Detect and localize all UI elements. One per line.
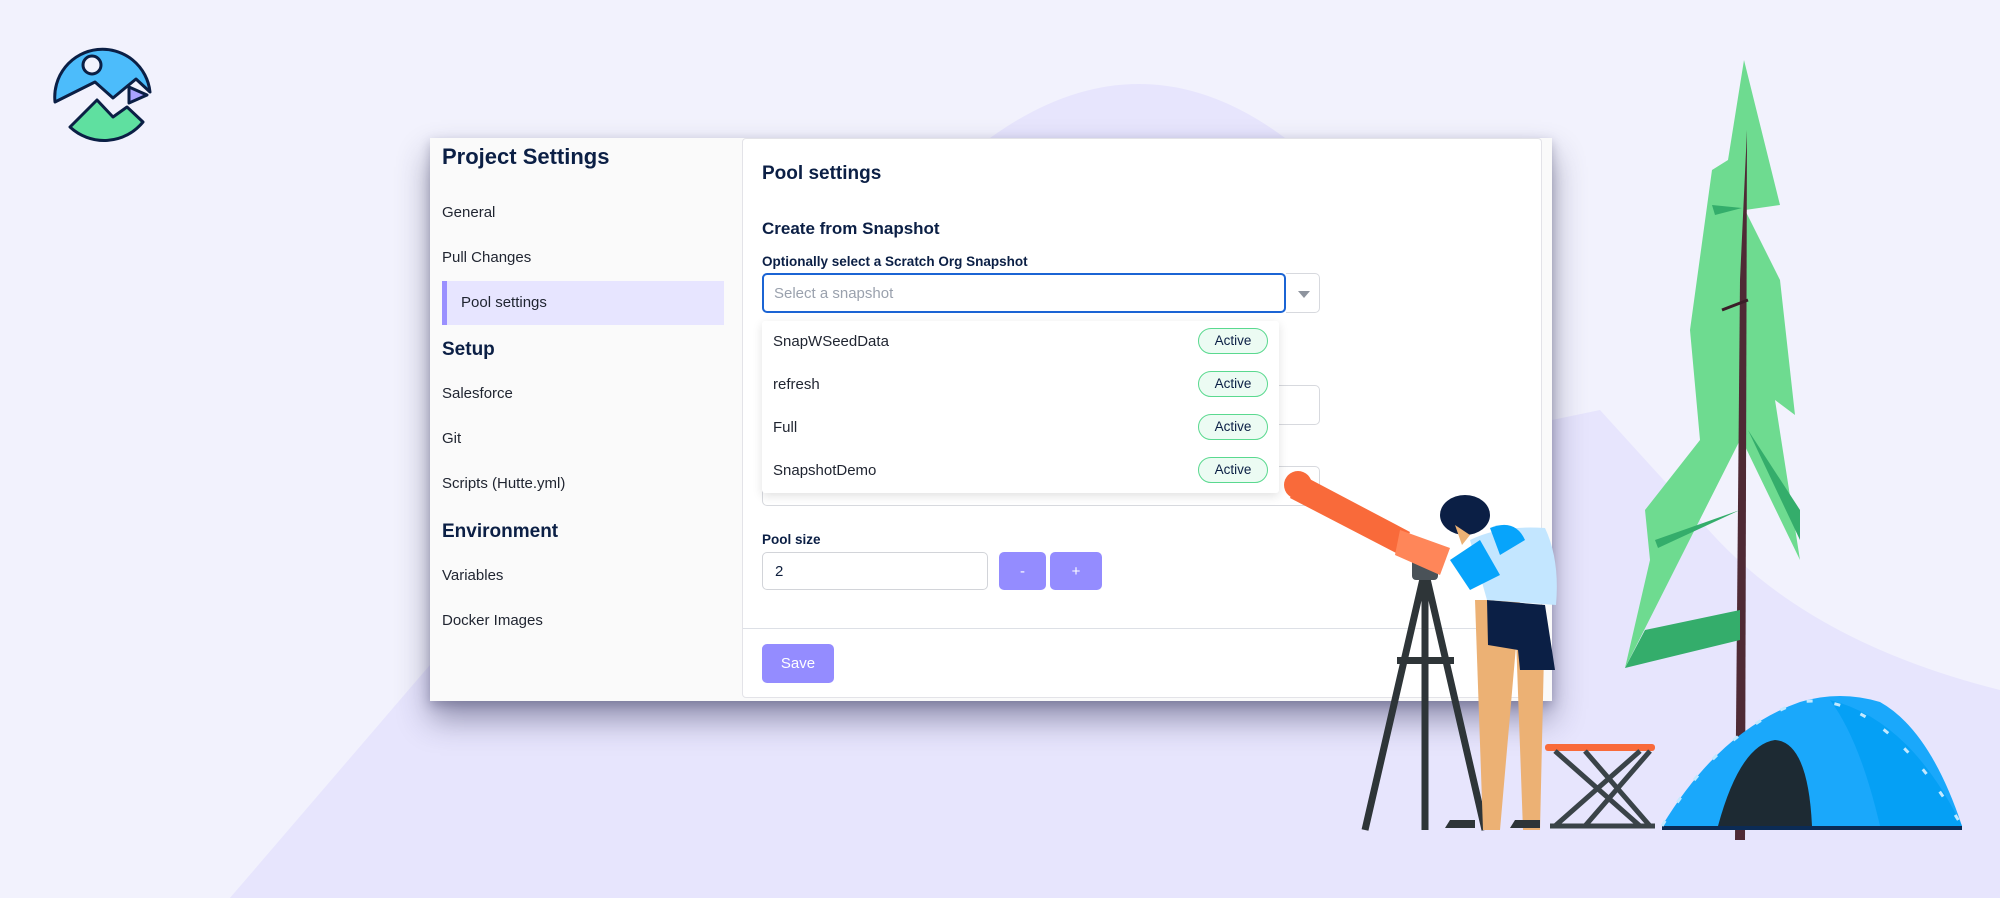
pool-size-decrement-button[interactable]: - xyxy=(999,552,1046,590)
status-badge: Active xyxy=(1198,457,1268,483)
snapshot-dropdown-menu: SnapWSeedData Active refresh Active Full… xyxy=(762,321,1279,493)
sidebar-item-git[interactable]: Git xyxy=(442,417,724,461)
sidebar-item-pool-settings[interactable]: Pool settings xyxy=(442,281,724,325)
status-badge: Active xyxy=(1198,328,1268,354)
footer-divider xyxy=(743,628,1543,629)
pool-settings-panel: Pool settings Create from Snapshot Optio… xyxy=(742,138,1543,698)
sidebar-item-variables[interactable]: Variables xyxy=(442,554,724,598)
snapshot-option[interactable]: refresh Active xyxy=(762,364,1279,407)
pool-size-label: Pool size xyxy=(762,532,821,547)
status-badge: Active xyxy=(1198,371,1268,397)
snapshot-option[interactable]: SnapshotDemo Active xyxy=(762,450,1279,493)
status-badge: Active xyxy=(1198,414,1268,440)
background-mountain-right xyxy=(1552,410,2000,898)
settings-sidebar: Project Settings General Pull Changes Po… xyxy=(430,138,742,701)
caret-down-icon xyxy=(1300,483,1312,490)
snapshot-section-title: Create from Snapshot xyxy=(762,219,940,238)
sidebar-item-scripts[interactable]: Scripts (Hutte.yml) xyxy=(442,462,724,506)
snapshot-field-label: Optionally select a Scratch Org Snapshot xyxy=(762,254,1028,269)
snapshot-select-input[interactable] xyxy=(762,273,1286,313)
snapshot-option[interactable]: SnapWSeedData Active xyxy=(762,321,1279,364)
snapshot-option[interactable]: Full Active xyxy=(762,407,1279,450)
caret-down-icon xyxy=(1298,291,1310,298)
page-title: Pool settings xyxy=(762,163,882,184)
snapshot-option-name: refresh xyxy=(773,376,820,393)
sidebar-item-pull-changes[interactable]: Pull Changes xyxy=(442,236,724,280)
snapshot-dropdown-toggle[interactable] xyxy=(1286,273,1320,313)
sidebar-heading-environment: Environment xyxy=(442,521,559,542)
mountain-sun-flag-logo-icon xyxy=(53,47,152,142)
project-settings-window: Project Settings General Pull Changes Po… xyxy=(430,138,1552,701)
snapshot-option-name: SnapWSeedData xyxy=(773,333,889,350)
sidebar-item-general[interactable]: General xyxy=(442,191,724,235)
sidebar-heading-setup: Setup xyxy=(442,339,495,360)
sidebar-item-salesforce[interactable]: Salesforce xyxy=(442,372,724,416)
pool-size-input[interactable] xyxy=(762,552,988,590)
sidebar-item-docker-images[interactable]: Docker Images xyxy=(442,599,724,643)
save-button[interactable]: Save xyxy=(762,644,834,683)
snapshot-option-name: Full xyxy=(773,419,798,436)
snapshot-option-name: SnapshotDemo xyxy=(773,462,877,479)
pool-size-increment-button[interactable]: + xyxy=(1050,552,1102,590)
sidebar-title: Project Settings xyxy=(442,144,610,169)
background-dome xyxy=(990,84,1285,138)
